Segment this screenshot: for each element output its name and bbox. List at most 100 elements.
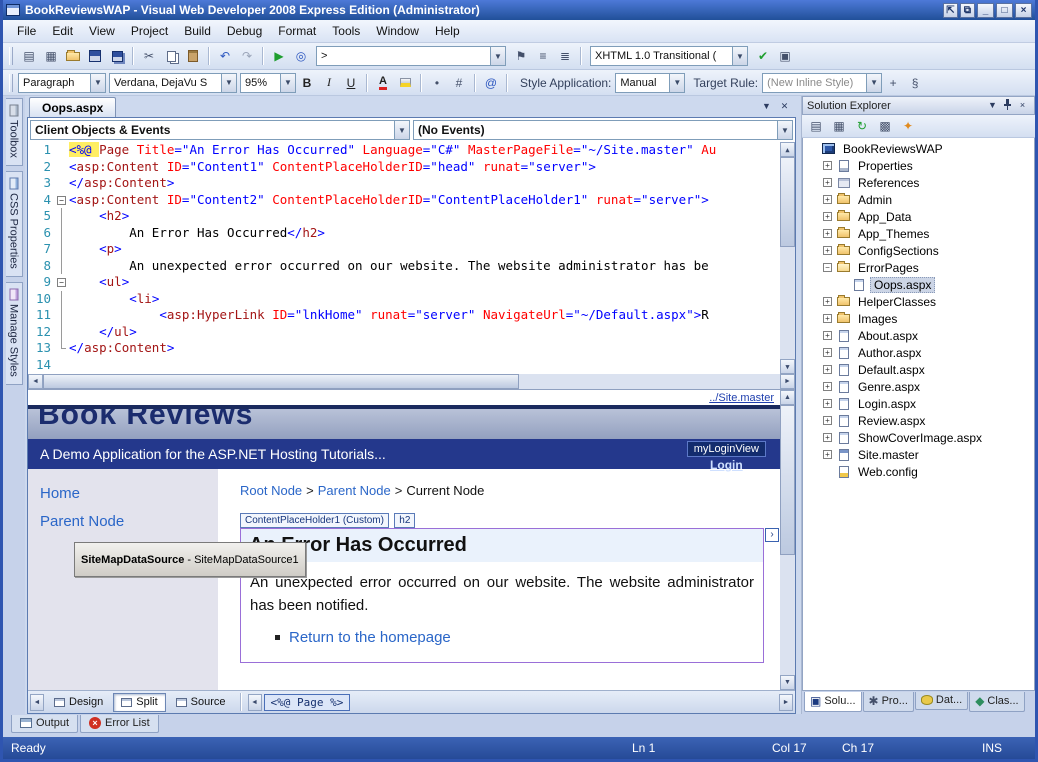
italic-icon[interactable]: I — [318, 72, 340, 93]
tree-item-helperclasses[interactable]: +HelperClasses — [803, 293, 1034, 310]
tree-expander-icon[interactable]: − — [822, 262, 833, 273]
code-line[interactable]: 11 <asp:HyperLink ID="lnkHome" runat="se… — [28, 307, 780, 324]
scrollbar-thumb[interactable] — [780, 157, 795, 247]
minimize-icon[interactable]: _ — [977, 3, 994, 18]
tag-nav-left-icon[interactable]: ◄ — [248, 694, 262, 711]
validate-icon[interactable]: ✔ — [752, 46, 774, 67]
tree-expander-icon[interactable]: + — [822, 160, 833, 171]
aspnet-configuration-icon[interactable]: ✦ — [897, 116, 919, 137]
panel-tab-output[interactable]: Output — [11, 715, 78, 733]
properties-icon[interactable]: ▤ — [805, 116, 827, 137]
scroll-down-icon[interactable]: ▼ — [780, 359, 795, 374]
code-line[interactable]: 12 </ul> — [28, 324, 780, 341]
code-line[interactable]: 5 <h2> — [28, 208, 780, 225]
chevron-down-icon[interactable]: ▼ — [732, 47, 747, 65]
block-format-combobox[interactable]: Paragraph▼ — [18, 73, 106, 93]
paste-icon[interactable] — [182, 46, 204, 67]
code-vertical-scrollbar[interactable]: ▲ ▼ — [780, 142, 795, 374]
tool-tab-dat[interactable]: Dat... — [915, 692, 968, 710]
new-item-icon[interactable]: ▤ — [18, 46, 40, 67]
comment-icon[interactable]: ≡ — [532, 46, 554, 67]
tag-navigator-page[interactable]: <%@ Page %> — [264, 694, 351, 711]
toolbar-grip[interactable] — [9, 74, 13, 92]
tree-expander-icon[interactable]: + — [822, 194, 833, 205]
close-icon[interactable]: × — [1015, 3, 1032, 18]
add-new-item-icon[interactable]: ▦ — [40, 46, 62, 67]
fore-color-icon[interactable]: A — [372, 72, 394, 93]
nav-link-home[interactable]: Home — [40, 485, 218, 502]
code-line[interactable]: 4−<asp:Content ID="Content2" ContentPlac… — [28, 192, 780, 209]
target-rule-combobox[interactable]: (New Inline Style)▼ — [762, 73, 882, 93]
refresh-icon[interactable]: ↻ — [851, 116, 873, 137]
bold-icon[interactable]: B — [296, 72, 318, 93]
menu-project[interactable]: Project — [123, 21, 176, 41]
h2-tag-label[interactable]: h2 — [394, 513, 415, 528]
scrollbar-thumb[interactable] — [43, 374, 519, 389]
tree-item-site-master[interactable]: +Site.master — [803, 446, 1034, 463]
new-style-icon[interactable]: + — [882, 72, 904, 93]
active-files-icon[interactable]: ▼ — [759, 100, 774, 114]
tree-item-app-themes[interactable]: +App_Themes — [803, 225, 1034, 242]
close-document-icon[interactable]: ✕ — [777, 100, 792, 114]
hyperlink-icon[interactable]: @ — [480, 72, 502, 93]
smart-tag-arrow-icon[interactable]: › — [765, 528, 779, 542]
code-horizontal-scrollbar[interactable]: ◄ ► — [28, 374, 795, 389]
tree-item-admin[interactable]: +Admin — [803, 191, 1034, 208]
chevron-down-icon[interactable]: ▼ — [490, 47, 505, 65]
menu-file[interactable]: File — [9, 21, 44, 41]
menu-window[interactable]: Window — [368, 21, 427, 41]
tree-item-app-data[interactable]: +App_Data — [803, 208, 1034, 225]
chevron-down-icon[interactable]: ▼ — [777, 121, 792, 139]
tree-item-configsections[interactable]: +ConfigSections — [803, 242, 1034, 259]
master-page-link[interactable]: ../Site.master — [709, 392, 774, 404]
tool-tab-clas[interactable]: ◆Clas... — [969, 692, 1024, 712]
tree-expander-icon[interactable]: + — [822, 313, 833, 324]
code-line[interactable]: 13</asp:Content> — [28, 340, 780, 357]
doctype-combobox[interactable]: XHTML 1.0 Transitional (▼ — [590, 46, 748, 66]
split-view-button[interactable]: Split — [113, 693, 165, 712]
scroll-down-icon[interactable]: ▼ — [780, 675, 795, 690]
tree-item-web-config[interactable]: Web.config — [803, 463, 1034, 480]
tree-item-bookreviewswap[interactable]: BookReviewsWAP — [803, 140, 1034, 157]
save-icon[interactable] — [84, 46, 106, 67]
loginview-control-tag[interactable]: myLoginView — [687, 441, 766, 457]
code-line[interactable]: 14 — [28, 357, 780, 374]
tree-expander-icon[interactable]: + — [822, 330, 833, 341]
underline-icon[interactable]: U — [340, 72, 362, 93]
tree-expander-icon[interactable]: + — [822, 347, 833, 358]
chevron-down-icon[interactable]: ▼ — [866, 74, 881, 92]
nav-link-parent-node[interactable]: Parent Node — [40, 513, 218, 530]
font-family-combobox[interactable]: Verdana, DejaVu S▼ — [109, 73, 237, 93]
tree-item-default-aspx[interactable]: +Default.aspx — [803, 361, 1034, 378]
object-dropdown[interactable]: Client Objects & Events▼ — [30, 120, 410, 140]
auto-hide-pin-icon[interactable] — [1000, 99, 1015, 113]
tree-item-login-aspx[interactable]: +Login.aspx — [803, 395, 1034, 412]
design-view-button[interactable]: Design — [46, 693, 111, 712]
scroll-up-icon[interactable]: ▲ — [780, 390, 795, 405]
view-class-diagram-icon[interactable]: ▩ — [874, 116, 896, 137]
code-line[interactable]: 7 <p> — [28, 241, 780, 258]
source-view-button[interactable]: Source — [168, 693, 234, 712]
tree-expander-icon[interactable]: + — [822, 364, 833, 375]
sidebar-tab-manage-styles[interactable]: Manage Styles — [6, 282, 23, 385]
browse-icon[interactable]: ◎ — [290, 46, 312, 67]
chevron-down-icon[interactable]: ▼ — [221, 74, 236, 92]
contentplaceholder-tag-label[interactable]: ContentPlaceHolder1 (Custom) — [240, 513, 389, 528]
menu-build[interactable]: Build — [176, 21, 219, 41]
code-line[interactable]: 10 <li> — [28, 291, 780, 308]
close-icon[interactable]: × — [1015, 99, 1030, 113]
scrollbar-thumb[interactable] — [780, 405, 795, 555]
sitemapdatasource-control[interactable]: SiteMapDataSource - SiteMapDataSource1 — [74, 542, 306, 577]
chevron-down-icon[interactable]: ▼ — [669, 74, 684, 92]
tree-item-images[interactable]: +Images — [803, 310, 1034, 327]
style-sheet-icon[interactable]: ▣ — [774, 46, 796, 67]
copy-icon[interactable] — [160, 46, 182, 67]
content-control-region[interactable]: An Error Has Occurred › An unexpected er… — [240, 528, 764, 663]
bookmark-icon[interactable]: ⚑ — [510, 46, 532, 67]
tree-expander-icon[interactable]: + — [822, 245, 833, 256]
menu-tools[interactable]: Tools — [324, 21, 368, 41]
breadcrumb-link[interactable]: Parent Node — [318, 483, 391, 498]
tree-item-properties[interactable]: +Properties — [803, 157, 1034, 174]
fold-collapse-icon[interactable]: − — [57, 196, 66, 205]
tool-tab-solu[interactable]: ▣Solu... — [804, 692, 862, 712]
